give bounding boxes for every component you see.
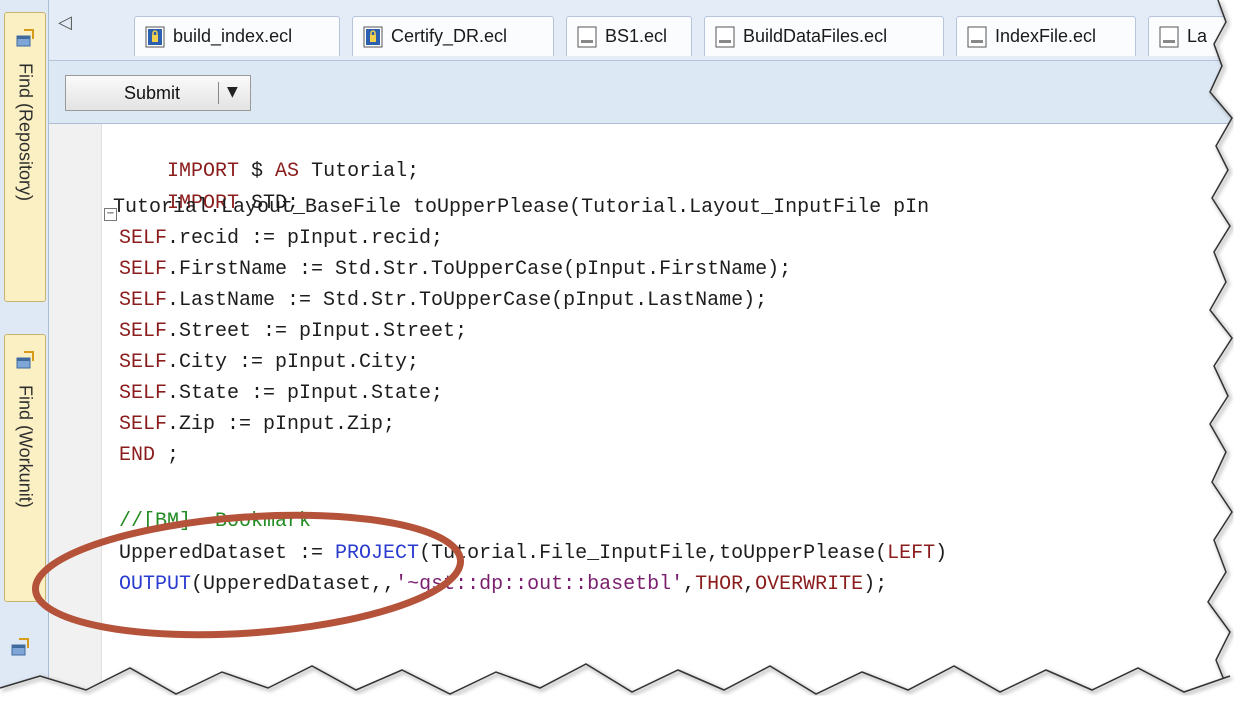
left-dock-panel: Find (Repository) Find (Workunit) [0, 0, 49, 712]
tab-label: build_index.ecl [173, 26, 293, 46]
code-editor[interactable]: − IMPORT $ AS Tutorial; IMPORT STD; Tuto… [49, 124, 1258, 712]
find-repository-label: Find (Repository) [15, 63, 36, 202]
split-divider [218, 82, 219, 104]
find-workunit-label: Find (Workunit) [15, 385, 36, 508]
locked-file-icon [363, 26, 383, 47]
chevron-down-icon[interactable]: ▼ [227, 84, 238, 100]
find-workunit-tab[interactable]: Find (Workunit) [4, 334, 46, 602]
bookmark-comment: //[BM] Bookmark [119, 510, 312, 533]
scroll-tabs-left-icon[interactable]: ◁ [58, 12, 72, 33]
file-icon [577, 26, 597, 47]
code-line: OUTPUT(UpperedDataset,,'~qst::dp::out::b… [119, 573, 888, 596]
code-line: SELF.FirstName := Std.Str.ToUpperCase(pI… [119, 258, 792, 281]
submit-label: Submit [124, 83, 181, 103]
file-icon [967, 26, 987, 47]
file-icon [1159, 26, 1179, 47]
code-line: IMPORT STD; [167, 192, 300, 215]
code-line: SELF.City := pInput.City; [119, 351, 420, 374]
code-line: SELF.recid := pInput.recid; [119, 227, 444, 250]
file-icon [715, 26, 735, 47]
pin-window-icon[interactable] [14, 349, 36, 371]
code-line: SELF.LastName := Std.Str.ToUpperCase(pIn… [119, 289, 768, 312]
tab-label: La [1187, 26, 1208, 46]
code-line: SELF.Street := pInput.Street; [119, 320, 468, 343]
tab-label: BuildDataFiles.ecl [743, 26, 888, 46]
tab-certify-dr[interactable]: Certify_DR.ecl [352, 16, 554, 56]
tab-bs1[interactable]: BS1.ecl [566, 16, 692, 56]
code-line: END ; [119, 444, 180, 467]
locked-file-icon [145, 26, 165, 47]
code-line: SELF.State := pInput.State; [119, 382, 444, 405]
tab-index-file[interactable]: IndexFile.ecl [956, 16, 1136, 56]
tab-label: IndexFile.ecl [995, 26, 1097, 46]
pin-window-icon[interactable] [14, 27, 36, 49]
code-line: Tutorial.Layout_BaseFile toUpperPlease(T… [113, 196, 930, 219]
editor-gutter [49, 124, 102, 712]
tab-label: BS1.ecl [605, 26, 668, 46]
tab-build-index[interactable]: build_index.ecl [134, 16, 340, 56]
submit-button[interactable]: Submit ▼ [65, 75, 251, 111]
tab-layout-partial[interactable]: La [1148, 16, 1238, 56]
code-line: UpperedDataset := PROJECT(Tutorial.File_… [119, 542, 948, 565]
editor-toolbar: Submit ▼ [49, 61, 1258, 124]
find-repository-tab[interactable]: Find (Repository) [4, 12, 46, 302]
code-line: IMPORT $ AS Tutorial; [167, 160, 420, 183]
code-line: SELF.Zip := pInput.Zip; [119, 413, 396, 436]
tab-build-data-files[interactable]: BuildDataFiles.ecl [704, 16, 944, 56]
pin-window-icon[interactable] [9, 636, 31, 658]
tab-label: Certify_DR.ecl [391, 26, 508, 46]
